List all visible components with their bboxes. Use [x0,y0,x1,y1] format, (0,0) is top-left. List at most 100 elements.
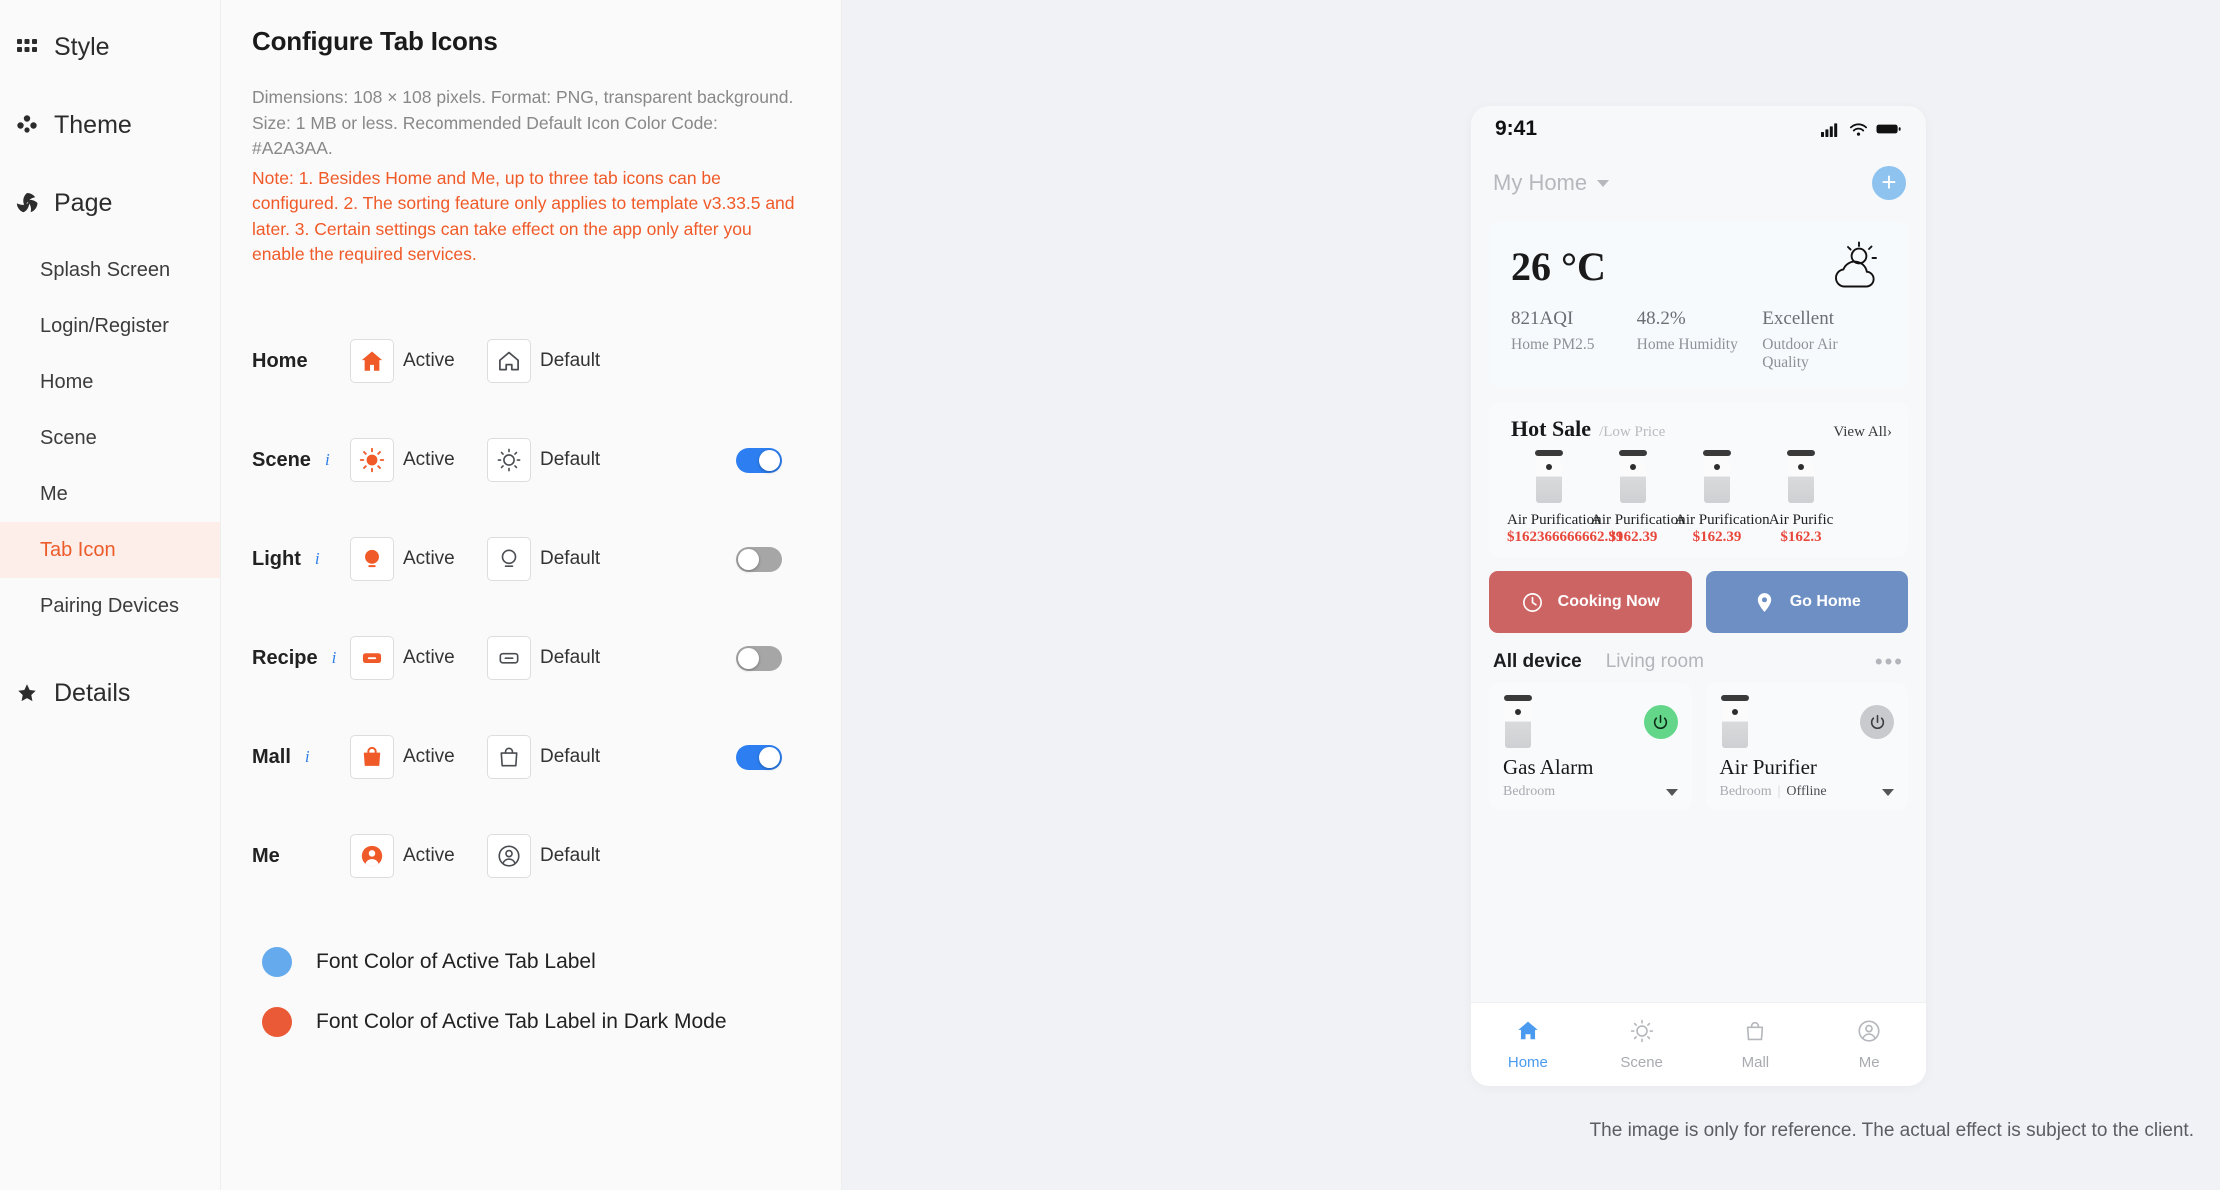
active-caption: Active [403,746,455,767]
tab-icon-row-scene: Scene i Active Default [252,411,801,510]
tab-living-room[interactable]: Living room [1606,651,1704,673]
color-swatch-active-label-dark[interactable] [262,1006,292,1037]
tab-label: Mall [1741,1054,1770,1071]
device-card-top [1720,695,1894,749]
device-meta: Bedroom | Offline [1720,784,1894,800]
sidebar-item-pairing-devices[interactable]: Pairing Devices [0,578,220,634]
default-icon-slot-me[interactable] [487,834,531,878]
stat-label: Home Humidity [1636,336,1738,353]
sun-cloud-icon [1835,241,1877,288]
sidebar-item-splash-screen[interactable]: Splash Screen [0,242,220,298]
active-caption: Active [403,350,455,371]
grid-icon [14,34,40,60]
active-icon-slot-mall[interactable] [350,735,394,779]
info-icon[interactable]: i [325,450,330,470]
tab-label: Home [1507,1054,1548,1071]
sun-icon [359,447,385,473]
temperature-value: 26 °C [1511,243,1606,289]
device-image [1720,695,1750,749]
bag-icon [363,746,381,766]
action-label: Cooking Now [1557,593,1660,610]
device-meta: Bedroom [1503,784,1678,800]
tab-mall[interactable]: Mall [1699,1018,1813,1071]
product-card[interactable]: Air Purification $162366666662.39 [1507,450,1624,545]
more-icon[interactable]: ••• [1875,651,1904,673]
active-icon-slot-recipe[interactable] [350,636,394,680]
label-color-settings: Font Color of Active Tab Label Font Colo… [252,932,801,1052]
go-home-button[interactable]: Go Home [1705,571,1908,633]
status-icons [1821,122,1901,137]
toggle-mall[interactable] [736,744,782,770]
product-name: Air Purification [1507,512,1602,528]
device-card-gas-alarm[interactable]: Gas Alarm Bedroom [1489,683,1692,810]
status-time: 9:41 [1495,117,1538,140]
default-icon-slot-mall[interactable] [487,735,531,779]
product-card[interactable]: Air Purification $162.39 [1591,450,1686,545]
hot-sale-items: Air Purification $162366666662.39 Air Pu… [1489,450,1908,545]
tab-label: Scene [1620,1054,1663,1071]
active-icon-slot-me[interactable] [350,834,394,878]
meta-separator: | [1777,784,1781,799]
default-icon-slot-light[interactable] [487,537,531,581]
toggle-light[interactable] [736,546,782,572]
info-icon[interactable]: i [305,747,310,767]
person-icon [1858,1020,1880,1042]
row-label-text: Mall [252,745,291,768]
tab-all-device[interactable]: All device [1493,651,1582,673]
sidebar-group-theme[interactable]: Theme [0,86,220,164]
chevron-down-icon[interactable] [1882,788,1894,796]
power-icon [1870,714,1884,729]
purifier-image [1702,450,1732,504]
chevron-down-icon[interactable] [1665,788,1678,796]
recipe-icon [362,653,382,663]
row-label-text: Light [252,547,301,570]
purifier-image [1534,450,1564,504]
product-card[interactable]: Air Purific $162.3 [1759,450,1843,545]
tab-icon-row-home: Home Active Default [252,312,801,411]
product-name: Air Purific [1768,512,1834,528]
sidebar-group-style[interactable]: Style [0,8,220,86]
toggle-knob [759,449,780,471]
product-price: $162366666662.39 [1507,529,1624,545]
product-name: Air Purification [1591,512,1686,528]
device-card-air-purifier[interactable]: Air Purifier Bedroom | Offline [1705,683,1908,810]
add-device-button[interactable]: + [1872,166,1906,200]
quick-actions: Cooking Now Go Home [1489,571,1908,633]
sidebar-group-label: Style [54,32,110,61]
view-all-link[interactable]: View All› [1833,424,1892,441]
tab-me[interactable]: Me [1812,1018,1926,1071]
panel-description: Dimensions: 108 × 108 pixels. Format: PN… [252,87,794,158]
active-icon-slot-light[interactable] [350,537,394,581]
active-icon-slot-home[interactable] [350,339,394,383]
cellular-icon [1821,122,1838,137]
active-icon-slot-scene[interactable] [350,438,394,482]
power-button[interactable] [1860,705,1894,739]
tab-scene[interactable]: Scene [1585,1018,1699,1071]
info-icon[interactable]: i [332,648,337,668]
toggle-scene[interactable] [736,447,782,473]
sidebar-item-me[interactable]: Me [0,466,220,522]
color-row-active-label: Font Color of Active Tab Label [252,932,801,992]
home-selector[interactable]: My Home [1493,170,1610,196]
color-swatch-active-label[interactable] [262,946,292,977]
sidebar-item-home[interactable]: Home [0,354,220,410]
default-icon-slot-home[interactable] [487,339,531,383]
sidebar-group-page[interactable]: Page [0,164,220,242]
tab-home[interactable]: Home [1471,1018,1585,1071]
bag-outline-icon [500,747,518,767]
info-icon[interactable]: i [315,549,320,569]
hot-sale-title: Hot Sale [1511,416,1592,441]
default-icon-slot-scene[interactable] [487,438,531,482]
sidebar-item-scene[interactable]: Scene [0,410,220,466]
power-button[interactable] [1643,705,1678,739]
sidebar-group-details[interactable]: Details [0,654,220,732]
default-icon-slot-recipe[interactable] [487,636,531,680]
product-price: $162.3 [1780,529,1822,545]
sidebar-item-tab-icon[interactable]: Tab Icon [0,522,220,578]
toggle-recipe[interactable] [736,645,782,671]
sidebar-item-login-register[interactable]: Login/Register [0,298,220,354]
cooking-now-button[interactable]: Cooking Now [1489,571,1692,633]
toggle-knob [759,746,780,768]
product-card[interactable]: Air Purification $162.39 [1675,450,1770,545]
configure-panel: Configure Tab Icons Dimensions: 108 × 10… [221,0,842,1190]
